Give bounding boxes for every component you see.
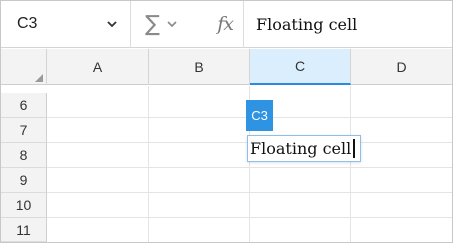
grid-line [47,167,452,168]
grid-line [350,86,351,242]
formula-input[interactable]: Floating cell [244,15,357,34]
select-all-corner-icon [35,74,43,82]
select-all-corner[interactable] [1,49,47,85]
floating-cell-editor[interactable]: Floating cell [247,135,361,162]
column-header-row: A B C D [1,49,452,85]
function-tools: ∑ fx [131,0,244,48]
chevron-down-icon[interactable] [166,18,178,30]
formula-bar: C3 ∑ fx Floating cell [1,0,452,48]
name-box[interactable]: C3 [1,0,131,48]
sigma-icon[interactable]: ∑ [145,12,160,37]
grid-line [148,86,149,242]
row-header-6[interactable]: 6 [1,93,47,118]
floating-cell-text[interactable]: Floating cell [250,139,351,158]
fx-icon[interactable]: fx [217,13,234,35]
row-header-8[interactable]: 8 [1,143,47,168]
row-header-9[interactable]: 9 [1,168,47,193]
row-header-11[interactable]: 11 [1,218,47,242]
name-box-value[interactable]: C3 [17,15,37,33]
floating-cell-reference-tag: C3 [246,100,273,131]
grid-line [47,217,452,218]
spreadsheet-window: C3 ∑ fx Floating cell A B C D 6 7 8 9 10 [0,0,453,243]
column-header-b[interactable]: B [149,49,250,85]
row-header-10[interactable]: 10 [1,193,47,218]
row-header-7[interactable]: 7 [1,118,47,143]
column-header-d[interactable]: D [351,49,452,85]
column-header-c[interactable]: C [250,49,351,85]
text-caret [353,139,356,158]
grid-line [47,192,452,193]
chevron-down-icon[interactable] [106,18,118,30]
column-header-a[interactable]: A [47,49,149,85]
